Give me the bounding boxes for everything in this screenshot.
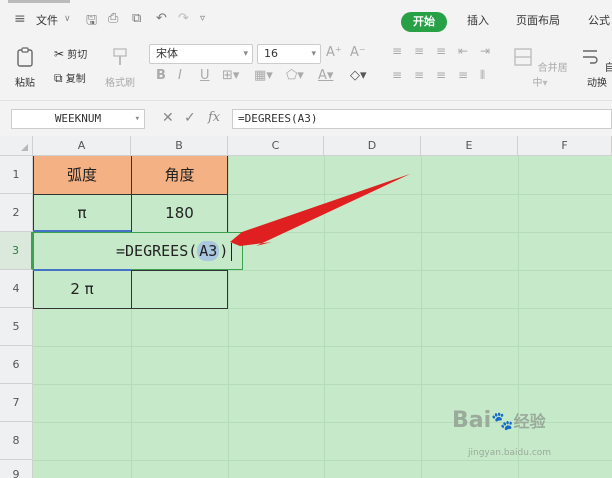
increase-font-icon[interactable]: A⁺ <box>326 45 342 60</box>
font-color-icon[interactable]: A▾ <box>318 68 333 83</box>
eraser-icon[interactable]: ◇▾ <box>350 68 367 83</box>
print-preview-icon[interactable]: ⧉ <box>132 11 141 26</box>
name-box[interactable]: WEEKNUM ▾ <box>11 109 145 129</box>
copy-icon: ⧉ <box>54 71 63 85</box>
align-bottom-icon[interactable]: ≡ <box>436 44 446 58</box>
italic-icon[interactable]: I <box>178 68 182 83</box>
align-top-icon[interactable]: ≡ <box>392 44 402 58</box>
font-name-value: 宋体 <box>156 47 178 60</box>
watermark-brand: Bai <box>452 408 492 433</box>
borders-icon[interactable]: ⊞▾ <box>222 68 239 83</box>
font-size-value: 16 <box>264 47 278 60</box>
menu-bar: ≡ 文件 ∨ 🖫 ⎙ ⧉ ↶ ↷ ▿ 开始 插入 页面布局 公式 <box>0 0 612 40</box>
redo-icon[interactable]: ↷ <box>178 11 189 26</box>
tab-indicator <box>8 0 70 3</box>
cancel-icon[interactable]: ✕ <box>162 110 174 126</box>
cut-label: 剪切 <box>67 50 88 61</box>
justify-icon[interactable]: ≡ <box>458 68 468 82</box>
underline-icon[interactable]: U <box>200 68 210 83</box>
arrow-tail <box>296 174 410 220</box>
merge-center-button[interactable]: 合并居中▾ <box>512 46 568 89</box>
merge-label: 合并居中 <box>532 63 568 89</box>
chevron-down-icon: ▾ <box>311 49 316 59</box>
tab-insert[interactable]: 插入 <box>467 12 489 28</box>
tab-page-layout[interactable]: 页面布局 <box>516 12 560 28</box>
merge-icon <box>514 48 533 66</box>
format-painter-button[interactable]: 格式刷 <box>104 46 136 89</box>
bold-icon[interactable]: B <box>156 68 166 83</box>
copy-label: 复制 <box>65 74 86 85</box>
align-left-icon[interactable]: ≡ <box>392 68 402 82</box>
copy-button[interactable]: ⧉ 复制 <box>54 70 86 86</box>
hamburger-icon[interactable]: ≡ <box>14 11 26 27</box>
spreadsheet-grid[interactable]: A B C D E F 1 2 3 4 5 6 7 8 9 弧度 角度 π 18… <box>0 136 612 478</box>
print-icon[interactable]: ⎙ <box>108 11 118 26</box>
chevron-down-icon: ▾ <box>243 49 248 59</box>
name-box-value: WEEKNUM <box>54 112 102 125</box>
formula-bar: WEEKNUM ▾ ✕ ✓ fx =DEGREES(A3) <box>0 100 612 134</box>
file-menu[interactable]: 文件 <box>36 12 58 28</box>
customize-icon[interactable]: ▿ <box>200 13 205 24</box>
save-icon[interactable]: 🖫 <box>86 11 97 33</box>
align-right-icon[interactable]: ≡ <box>436 68 446 82</box>
tab-home[interactable]: 开始 <box>401 12 447 32</box>
watermark-url: jingyan.baidu.com <box>468 448 552 458</box>
indent-decrease-icon[interactable]: ⇤ <box>458 44 468 58</box>
cut-button[interactable]: ✂ 剪切 <box>54 46 87 61</box>
align-middle-icon[interactable]: ≡ <box>414 44 424 58</box>
baidu-watermark: Bai🐾经验 <box>452 408 546 433</box>
distribute-icon[interactable]: ⫴ <box>480 68 485 83</box>
tab-formulas[interactable]: 公式 <box>588 12 610 28</box>
insert-function-icon[interactable]: fx <box>208 110 220 125</box>
undo-icon[interactable]: ↶ <box>156 11 167 26</box>
paw-icon: 🐾 <box>491 411 514 432</box>
ribbon: 粘贴 ✂ 剪切 ⧉ 复制 格式刷 宋体 ▾ 16 ▾ A⁺ A⁻ B I U ⊞… <box>0 40 612 98</box>
formula-input[interactable]: =DEGREES(A3) <box>232 109 612 129</box>
chevron-down-icon: ▾ <box>134 114 140 124</box>
paste-button[interactable]: 粘贴 <box>12 46 38 89</box>
clipboard-icon <box>17 47 33 67</box>
align-center-icon[interactable]: ≡ <box>414 68 424 82</box>
font-name-select[interactable]: 宋体 ▾ <box>149 44 253 64</box>
decrease-font-icon[interactable]: A⁻ <box>350 45 366 60</box>
wrap-text-icon <box>583 50 599 64</box>
brush-icon <box>113 48 127 65</box>
shape-fill-icon[interactable]: ⬠▾ <box>286 68 304 83</box>
scissors-icon: ✂ <box>54 47 65 61</box>
confirm-icon[interactable]: ✓ <box>184 110 196 126</box>
font-size-select[interactable]: 16 ▾ <box>257 44 321 64</box>
fill-color-icon[interactable]: ▦▾ <box>254 68 273 83</box>
paste-label: 粘贴 <box>15 78 35 89</box>
wrap-text-button[interactable]: 自动换 <box>577 46 612 89</box>
format-painter-label: 格式刷 <box>105 78 135 89</box>
watermark-brand-suffix: 经验 <box>513 412 546 431</box>
chevron-down-icon[interactable]: ∨ <box>64 14 71 24</box>
indent-increase-icon[interactable]: ⇥ <box>480 44 490 58</box>
